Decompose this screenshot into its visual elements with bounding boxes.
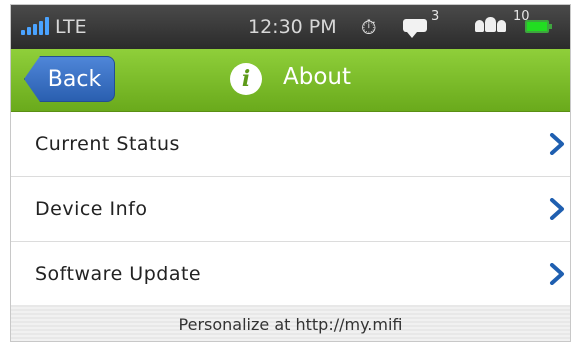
chevron-right-icon — [550, 263, 564, 285]
users-icon — [475, 17, 506, 32]
stopwatch-icon: ⏱ — [361, 15, 377, 39]
chevron-right-icon — [550, 133, 564, 155]
mifi-screen: LTE 12:30 PM ⏱ 3 10 Back i About Current… — [10, 4, 571, 342]
list-item-label: Device Info — [35, 198, 148, 220]
list-item-label: Software Update — [35, 263, 202, 285]
list-item-label: Current Status — [35, 133, 180, 155]
list-item-device-info[interactable]: Device Info — [11, 177, 570, 242]
list-item-software-update[interactable]: Software Update — [11, 242, 570, 307]
header-bar: Back i About — [11, 49, 570, 112]
footer-bar: Personalize at http://my.mifi — [11, 305, 570, 341]
info-icon: i — [230, 63, 262, 95]
clock: 12:30 PM — [248, 16, 337, 38]
network-type: LTE — [55, 16, 87, 38]
page-title: About — [283, 64, 352, 90]
message-icon — [403, 19, 427, 38]
chevron-right-icon — [550, 198, 564, 220]
status-bar: LTE 12:30 PM ⏱ 3 10 — [11, 5, 570, 49]
battery-icon — [525, 20, 552, 33]
list-item-current-status[interactable]: Current Status — [11, 112, 570, 177]
signal-icon — [21, 17, 49, 35]
back-button[interactable]: Back — [24, 56, 115, 102]
messages-count: 3 — [431, 9, 440, 24]
personalize-link[interactable]: Personalize at http://my.mifi — [179, 315, 403, 334]
menu-list: Current Status Device Info Software Upda… — [11, 112, 570, 307]
